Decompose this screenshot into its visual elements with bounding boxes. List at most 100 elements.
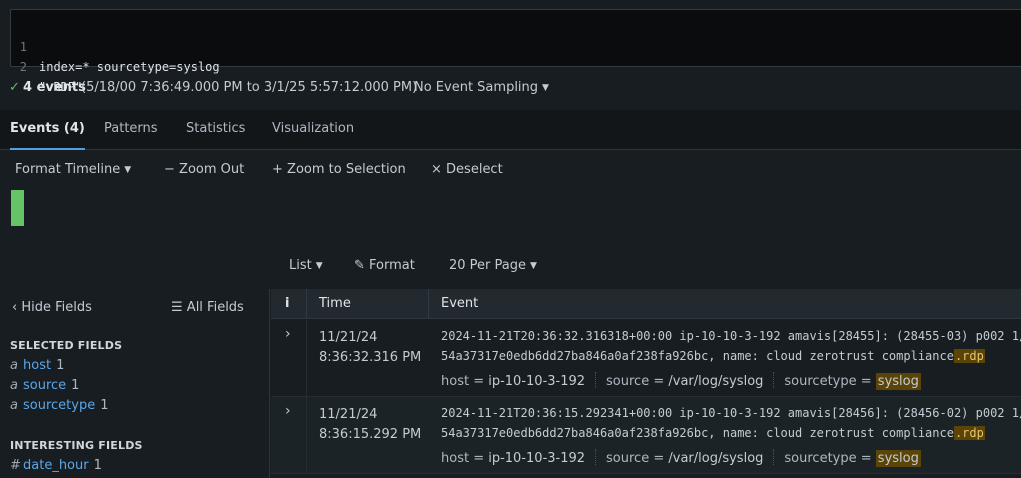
tab-patterns[interactable]: Patterns	[104, 110, 158, 148]
event-time[interactable]: 11/21/24 8:36:32.316 PM	[319, 328, 421, 368]
table-row: › 11/21/24 8:36:32.316 PM 2024-11-21T20:…	[271, 320, 1021, 397]
field-divider	[773, 372, 775, 388]
field-name[interactable]: date_hour	[23, 458, 89, 473]
event-raw-text: 54a37317e0edb6dd27ba846a0af238fa926bc, n…	[441, 349, 954, 363]
check-icon: ✓	[9, 80, 20, 95]
event-raw-text: 54a37317e0edb6dd27ba846a0af238fa926bc, n…	[441, 426, 954, 440]
chevron-right-icon[interactable]: ›	[285, 403, 291, 419]
field-pair-source[interactable]: source = /var/log/syslog	[606, 374, 763, 389]
field-pair-host[interactable]: host = ip-10-10-3-192	[441, 451, 585, 466]
fields-sidebar: ‹ Hide Fields ☰ All Fields SELECTED FIEL…	[0, 289, 270, 478]
zoom-to-selection-button[interactable]: + Zoom to Selection	[272, 162, 406, 178]
table-row: › 11/21/24 8:36:15.292 PM 2024-11-21T20:…	[271, 397, 1021, 474]
search-code: index=* sourcetype=syslog	[39, 60, 220, 74]
per-page-label: 20 Per Page	[449, 258, 526, 273]
list-icon: ☰	[171, 300, 183, 315]
column-header-event: Event	[441, 296, 479, 311]
tab-events[interactable]: Events (4)	[10, 110, 85, 150]
field-item[interactable]: a source 1	[10, 377, 79, 395]
event-sampling-dropdown[interactable]: No Event Sampling ▼	[414, 76, 549, 100]
row-divider	[306, 397, 307, 473]
table-header: i Time Event	[271, 289, 1021, 319]
minus-icon: −	[164, 162, 175, 177]
format-timeline-button[interactable]: Format Timeline ▼	[15, 162, 131, 178]
format-button[interactable]: ✎ Format	[354, 255, 415, 277]
all-fields-button[interactable]: ☰ All Fields	[171, 299, 244, 317]
field-name[interactable]: source	[23, 378, 66, 393]
pencil-icon: ✎	[354, 258, 365, 273]
field-value[interactable]: /var/log/syslog	[668, 451, 763, 466]
selected-fields-title: SELECTED FIELDS	[10, 339, 123, 352]
field-value[interactable]: syslog	[875, 450, 921, 467]
chevron-right-icon[interactable]: ›	[285, 326, 291, 342]
plus-icon: +	[272, 162, 283, 177]
event-time[interactable]: 11/21/24 8:36:15.292 PM	[319, 405, 421, 445]
field-type-icon: a	[10, 358, 18, 373]
column-divider	[306, 289, 307, 319]
field-item[interactable]: a host 1	[10, 357, 64, 375]
field-divider	[595, 449, 597, 465]
list-view-dropdown[interactable]: List ▼	[289, 255, 323, 277]
column-divider	[428, 289, 429, 319]
event-raw-line: 54a37317e0edb6dd27ba846a0af238fa926bc, n…	[441, 423, 985, 443]
events-table: i Time Event › 11/21/24 8:36:32.316 PM 2…	[271, 289, 1021, 478]
event-date: 11/21/24	[319, 407, 378, 422]
close-icon: ×	[431, 162, 442, 177]
field-key: host =	[441, 374, 485, 389]
zoom-out-label: Zoom Out	[179, 162, 245, 177]
column-header-time[interactable]: Time	[319, 289, 351, 319]
caret-down-icon: ▼	[530, 261, 537, 271]
event-date: 11/21/24	[319, 330, 378, 345]
event-clock: 8:36:15.292 PM	[319, 427, 422, 442]
field-key: sourcetype =	[784, 451, 872, 466]
format-label: Format	[369, 258, 415, 273]
search-editor[interactable]: 1 index=* sourcetype=syslog 2 ".RDP"	[10, 9, 1021, 94]
field-pair-sourcetype[interactable]: sourcetype = syslog	[784, 373, 921, 390]
event-sampling-label: No Event Sampling	[414, 80, 539, 95]
field-value[interactable]: ip-10-10-3-192	[488, 374, 585, 389]
event-count: 4 events	[23, 80, 86, 95]
hide-fields-label: Hide Fields	[21, 300, 92, 315]
field-value[interactable]: syslog	[875, 373, 921, 390]
field-key: source =	[606, 451, 665, 466]
field-pair-host[interactable]: host = ip-10-10-3-192	[441, 374, 585, 389]
field-count: 1	[71, 378, 80, 393]
tab-statistics[interactable]: Statistics	[186, 110, 245, 148]
tab-visualization[interactable]: Visualization	[272, 110, 354, 148]
info-icon: i	[285, 296, 290, 311]
zoom-out-button[interactable]: − Zoom Out	[164, 162, 244, 178]
caret-down-icon: ▼	[124, 165, 132, 175]
event-raw-line: 2024-11-21T20:36:32.316318+00:00 ip-10-1…	[441, 329, 1021, 343]
field-item[interactable]: a sourcetype 1	[10, 397, 109, 415]
deselect-button[interactable]: × Deselect	[431, 162, 503, 178]
event-raw-line: 2024-11-21T20:36:15.292341+00:00 ip-10-1…	[441, 406, 1021, 420]
event-raw-line: 54a37317e0edb6dd27ba846a0af238fa926bc, n…	[441, 346, 985, 366]
field-item[interactable]: # date_hour 1	[10, 457, 102, 475]
deselect-label: Deselect	[446, 162, 503, 177]
timeline-toolbar: Format Timeline ▼ − Zoom Out + Zoom to Se…	[0, 150, 1021, 182]
field-name[interactable]: host	[23, 358, 51, 373]
search-match-highlight[interactable]: .rdp	[953, 426, 985, 440]
caret-down-icon: ▼	[315, 261, 323, 271]
event-clock: 8:36:32.316 PM	[319, 350, 422, 365]
interesting-fields-title: INTERESTING FIELDS	[10, 439, 143, 452]
field-type-icon: #	[10, 458, 21, 473]
time-range: (5/18/00 7:36:49.000 PM to 3/1/25 5:57:1…	[81, 80, 418, 95]
field-name[interactable]: sourcetype	[23, 398, 95, 413]
chevron-left-icon: ‹	[12, 300, 18, 315]
field-count: 1	[56, 358, 65, 373]
field-pair-source[interactable]: source = /var/log/syslog	[606, 451, 763, 466]
field-pair-sourcetype[interactable]: sourcetype = syslog	[784, 450, 921, 467]
format-timeline-label: Format Timeline	[15, 162, 121, 177]
timeline-bar[interactable]	[11, 190, 24, 226]
field-type-icon: a	[10, 378, 18, 393]
per-page-dropdown[interactable]: 20 Per Page ▼	[449, 255, 537, 277]
search-summary: ✓ 4 events (5/18/00 7:36:49.000 PM to 3/…	[0, 76, 1021, 110]
field-value[interactable]: ip-10-10-3-192	[488, 451, 585, 466]
results-tabs: Events (4) Patterns Statistics Visualiza…	[0, 110, 1021, 150]
hide-fields-button[interactable]: ‹ Hide Fields	[12, 299, 92, 317]
zoom-to-selection-label: Zoom to Selection	[287, 162, 406, 177]
search-match-highlight[interactable]: .rdp	[953, 349, 985, 363]
field-key: source =	[606, 374, 665, 389]
field-value[interactable]: /var/log/syslog	[668, 374, 763, 389]
